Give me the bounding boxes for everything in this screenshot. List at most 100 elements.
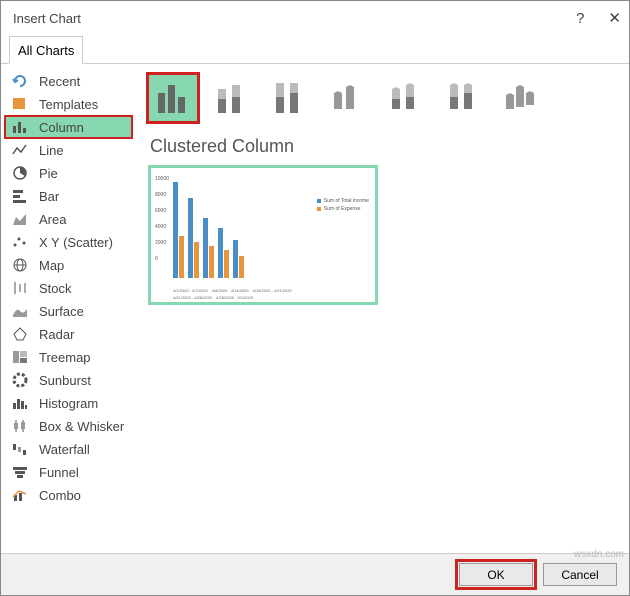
3d-clustered-column-icon [328,79,366,117]
sidebar-label: Bar [39,189,59,204]
dialog-body: Recent Templates Column Line Pie Bar [1,64,629,553]
radar-icon [11,326,29,342]
tab-strip: All Charts [1,35,629,64]
bar [218,228,223,278]
subtype-100-stacked-column[interactable] [264,74,314,122]
waterfall-icon [11,441,29,457]
area-icon [11,211,29,227]
sidebar-item-radar[interactable]: Radar [5,323,132,345]
3d-stacked-column-icon [386,79,424,117]
bar [194,242,199,278]
sidebar-label: Column [39,120,84,135]
scatter-icon [11,234,29,250]
subtype-3d-column[interactable] [496,74,546,122]
bar-group [203,218,214,278]
dialog-footer: OK Cancel [1,553,629,595]
column-subtype-row [148,74,617,122]
bar [203,218,208,278]
bar-group [173,182,184,278]
sidebar-item-map[interactable]: Map [5,254,132,276]
3d-column-icon [502,79,540,117]
boxwhisker-icon [11,418,29,434]
chart-x-axis: 4/1/2020 - 4/7/2020 4/8/2020 - 4/14/2020… [173,288,333,300]
subtype-3d-stacked-column[interactable] [380,74,430,122]
legend-swatch-1 [317,199,321,203]
sidebar-item-sunburst[interactable]: Sunburst [5,369,132,391]
window-title: Insert Chart [13,11,81,26]
sidebar-item-treemap[interactable]: Treemap [5,346,132,368]
sidebar-item-histogram[interactable]: Histogram [5,392,132,414]
bar [233,240,238,278]
sidebar-item-boxwhisker[interactable]: Box & Whisker [5,415,132,437]
bar [209,246,214,278]
tab-all-charts[interactable]: All Charts [9,36,83,64]
watermark: wsxdn.com [574,549,624,560]
subtype-stacked-column[interactable] [206,74,256,122]
bar [188,198,193,278]
subtype-3d-100-stacked-column[interactable] [438,74,488,122]
sidebar-item-recent[interactable]: Recent [5,70,132,92]
chart-type-title: Clustered Column [150,136,617,157]
sidebar-label: Radar [39,327,74,342]
bar-group [233,240,244,278]
bar-icon [11,188,29,204]
pie-icon [11,165,29,181]
sidebar-label: Funnel [39,465,79,480]
histogram-icon [11,395,29,411]
sidebar-item-stock[interactable]: Stock [5,277,132,299]
sidebar-label: Box & Whisker [39,419,124,434]
stock-icon [11,280,29,296]
sidebar-item-scatter[interactable]: X Y (Scatter) [5,231,132,253]
bar-group [188,198,199,278]
sidebar-item-pie[interactable]: Pie [5,162,132,184]
templates-icon [11,96,29,112]
sidebar-label: Treemap [39,350,91,365]
subtype-clustered-column[interactable] [148,74,198,122]
sidebar-item-templates[interactable]: Templates [5,93,132,115]
chart-preview[interactable]: 10000 8000 6000 4000 2000 0 Sum of Total… [148,165,378,305]
titlebar: Insert Chart ? ✕ [1,1,629,35]
chart-legend: Sum of Total income Sum of Expense [317,198,369,212]
legend-swatch-2 [317,207,321,211]
sidebar-label: Histogram [39,396,98,411]
sidebar-label: Recent [39,74,80,89]
sidebar-label: Surface [39,304,84,319]
sidebar-label: Waterfall [39,442,90,457]
sidebar-label: Sunburst [39,373,91,388]
ok-button[interactable]: OK [459,563,533,586]
sidebar-item-area[interactable]: Area [5,208,132,230]
sidebar-item-surface[interactable]: Surface [5,300,132,322]
sidebar-item-funnel[interactable]: Funnel [5,461,132,483]
content-pane: Clustered Column 10000 8000 6000 4000 20… [136,64,629,553]
sidebar-item-waterfall[interactable]: Waterfall [5,438,132,460]
recent-icon [11,73,29,89]
bar [224,250,229,278]
close-button[interactable]: ✕ [608,9,621,27]
clustered-column-icon [154,79,192,117]
sidebar-item-column[interactable]: Column [5,116,132,138]
help-button[interactable]: ? [576,10,584,27]
100-stacked-column-icon [270,79,308,117]
sidebar-label: Pie [39,166,58,181]
chart-bars [173,176,333,278]
sidebar-label: Templates [39,97,98,112]
3d-100-stacked-column-icon [444,79,482,117]
chart-y-axis: 10000 8000 6000 4000 2000 0 [155,176,169,262]
bar [173,182,178,278]
bar [239,256,244,278]
map-icon [11,257,29,273]
sidebar-label: Stock [39,281,72,296]
combo-icon [11,487,29,503]
treemap-icon [11,349,29,365]
sidebar-item-line[interactable]: Line [5,139,132,161]
cancel-button[interactable]: Cancel [543,563,617,586]
bar-group [218,228,229,278]
surface-icon [11,303,29,319]
sidebar-item-bar[interactable]: Bar [5,185,132,207]
sidebar-label: Line [39,143,64,158]
line-icon [11,142,29,158]
subtype-3d-clustered-column[interactable] [322,74,372,122]
stacked-column-icon [212,79,250,117]
sidebar-item-combo[interactable]: Combo [5,484,132,506]
sidebar-label: Area [39,212,66,227]
